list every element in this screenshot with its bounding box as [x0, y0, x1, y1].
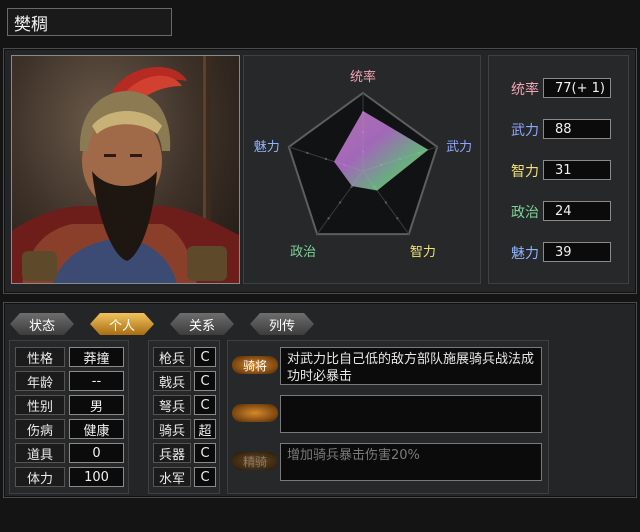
stat-label: 统率	[511, 82, 539, 98]
aptitude-label: 兵器	[153, 443, 191, 463]
portrait-art	[12, 56, 239, 283]
personal-value: 100	[69, 467, 124, 487]
personal-value: 健康	[69, 419, 124, 439]
tab-3[interactable]: 列传	[250, 313, 314, 335]
radar-axis-label: 魅力	[254, 140, 280, 155]
radar-axis-label: 政治	[290, 245, 316, 260]
skill-description: 增加骑兵暴击伤害20%	[280, 443, 542, 481]
name-bar: 樊稠	[7, 8, 172, 36]
radar-axis-label: 武力	[446, 140, 472, 155]
radar-tick	[384, 201, 388, 204]
radar-tick	[327, 217, 330, 220]
tab-0[interactable]: 状态	[10, 313, 74, 335]
aptitude-grade: C	[194, 371, 216, 391]
radar-axis-label: 统率	[350, 69, 376, 85]
personal-label: 性别	[15, 395, 65, 415]
skills-panel: 骑将 对武力比自己低的敌方部队施展骑兵战法成功时必暴击精骑 增加骑兵暴击伤害20%	[227, 340, 549, 494]
personal-label: 年龄	[15, 371, 65, 391]
radar-tick	[306, 151, 309, 155]
stat-value: 39	[543, 242, 611, 262]
stat-label: 智力	[511, 164, 539, 180]
stat-value: 77(+ 1)	[543, 78, 611, 98]
tab-2[interactable]: 关系	[170, 313, 234, 335]
stat-value: 88	[543, 119, 611, 139]
aptitude-label: 枪兵	[153, 347, 191, 367]
personal-value: --	[69, 371, 124, 391]
aptitude-label: 戟兵	[153, 371, 191, 391]
personal-value: 男	[69, 395, 124, 415]
stat-label: 政治	[511, 205, 539, 221]
aptitude-grade: C	[194, 347, 216, 367]
skill-description: 对武力比自己低的敌方部队施展骑兵战法成功时必暴击	[280, 347, 542, 385]
officer-portrait	[11, 55, 240, 284]
skill-description	[280, 395, 542, 433]
aptitude-grade: C	[194, 395, 216, 415]
aptitude-panel: 枪兵 C 戟兵 C 弩兵 C 骑兵超兵器 C 水军 C	[148, 340, 220, 494]
tab-1[interactable]: 个人	[90, 313, 154, 335]
personal-label: 伤病	[15, 419, 65, 439]
radar-tick	[396, 217, 399, 220]
stat-value: 24	[543, 201, 611, 221]
personal-value: 0	[69, 443, 124, 463]
aptitude-grade: 超	[194, 419, 216, 439]
skill-badge	[232, 404, 278, 422]
radar-panel: 统率武力智力 政治 魅力	[243, 55, 481, 284]
radar-tick	[338, 201, 342, 204]
radar-axis-label: 智力	[410, 245, 436, 260]
personal-label: 道具	[15, 443, 65, 463]
skill-badge: 骑将	[232, 356, 278, 374]
stat-label: 魅力	[511, 246, 539, 262]
personal-label: 体力	[15, 467, 65, 487]
aptitude-label: 水军	[153, 467, 191, 487]
aptitude-label: 弩兵	[153, 395, 191, 415]
personal-label: 性格	[15, 347, 65, 367]
tab-bar: 状态 个人 关系 列传	[10, 312, 330, 336]
skill-badge: 精骑	[232, 452, 278, 470]
stat-radar-chart: 统率武力智力 政治 魅力	[254, 69, 472, 260]
aptitude-label: 骑兵	[153, 419, 191, 439]
stat-value: 31	[543, 160, 611, 180]
aptitude-grade: C	[194, 467, 216, 487]
stats-panel: 统率 77(+ 1) 武力 88 智力 31 政治 24 魅力 39	[488, 55, 629, 284]
radar-tick	[324, 157, 328, 161]
personal-value: 莽撞	[69, 347, 124, 367]
stat-label: 武力	[511, 123, 539, 139]
officer-name: 樊稠	[14, 14, 48, 35]
aptitude-grade: C	[194, 443, 216, 463]
personal-info-panel: 性格 莽撞 年龄 -- 性别男伤病 健康 道具 0 体力 100	[9, 340, 129, 494]
